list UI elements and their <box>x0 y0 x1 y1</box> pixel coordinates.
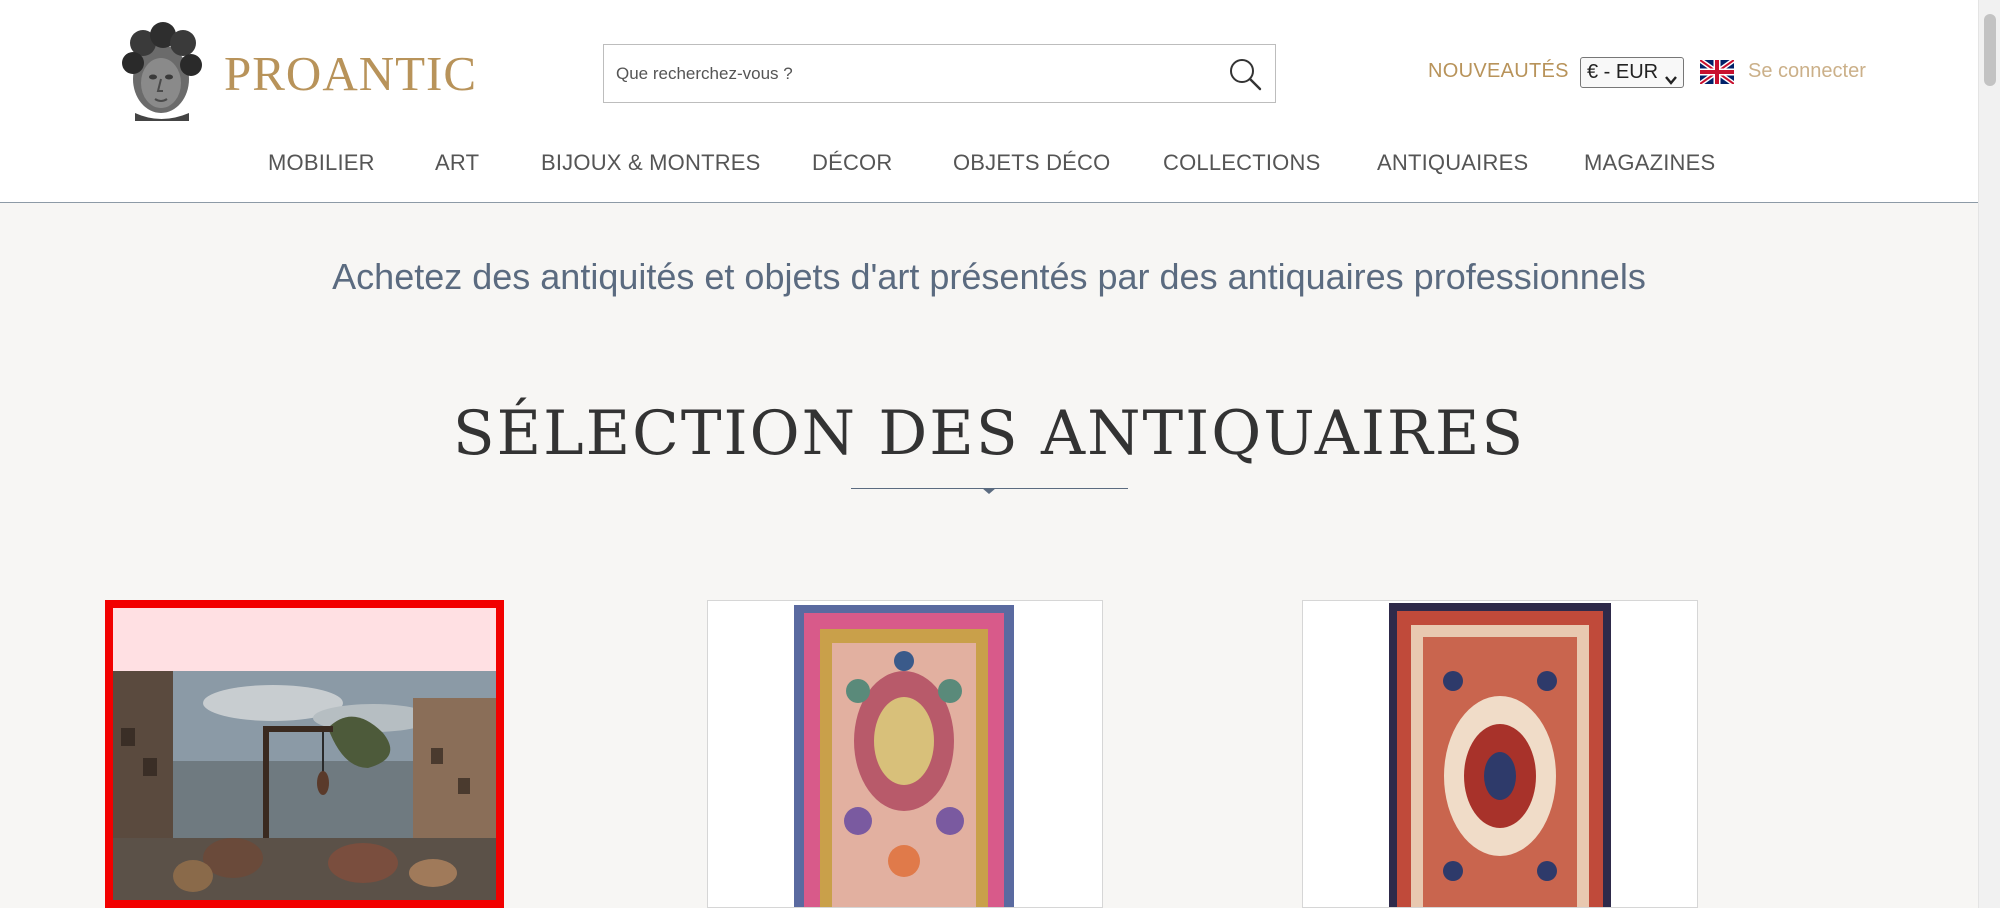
logo-bust-icon[interactable] <box>113 21 208 121</box>
rug-image <box>1303 601 1697 907</box>
nav-item-decor[interactable]: DÉCOR <box>812 150 892 176</box>
chevron-down-icon <box>1665 66 1677 85</box>
nav-item-objets-deco[interactable]: OBJETS DÉCO <box>953 150 1110 176</box>
diamond-icon <box>982 484 996 498</box>
nav-item-collections[interactable]: COLLECTIONS <box>1163 150 1320 176</box>
scrollbar-thumb[interactable] <box>1984 14 1996 86</box>
nav-item-art[interactable]: ART <box>435 150 479 176</box>
login-link[interactable]: Se connecter <box>1748 60 1866 83</box>
nav-item-mobilier[interactable]: MOBILIER <box>268 150 375 176</box>
nav-item-antiquaires[interactable]: ANTIQUAIRES <box>1377 150 1528 176</box>
rug-image <box>708 601 1102 907</box>
nav-item-bijoux-montres[interactable]: BIJOUX & MONTRES <box>541 150 761 176</box>
product-card-rug-2[interactable] <box>1302 600 1698 908</box>
uk-flag-icon[interactable] <box>1698 57 1736 87</box>
page-scrollbar[interactable] <box>1978 0 2000 908</box>
nav-item-magazines[interactable]: MAGAZINES <box>1584 150 1715 176</box>
new-arrivals-link[interactable]: NOUVEAUTÉS <box>1428 60 1569 83</box>
search-input[interactable] <box>616 45 1206 102</box>
site-header: PROANTIC NOUVEAUTÉS € - EUR Se connecter… <box>0 0 1978 203</box>
section-title: SÉLECTION DES ANTIQUAIRES <box>452 398 1526 469</box>
product-card-rug-1[interactable] <box>707 600 1103 908</box>
product-card-painting[interactable] <box>105 600 504 908</box>
page-tagline: Achetez des antiquités et objets d'art p… <box>332 256 1646 297</box>
search-icon[interactable] <box>1226 55 1264 93</box>
painting-image <box>113 608 496 900</box>
logo-text[interactable]: PROANTIC <box>224 44 477 104</box>
currency-select[interactable]: € - EUR <box>1580 57 1684 88</box>
currency-selected-value: € - EUR <box>1587 61 1659 83</box>
search-box[interactable] <box>603 44 1276 103</box>
